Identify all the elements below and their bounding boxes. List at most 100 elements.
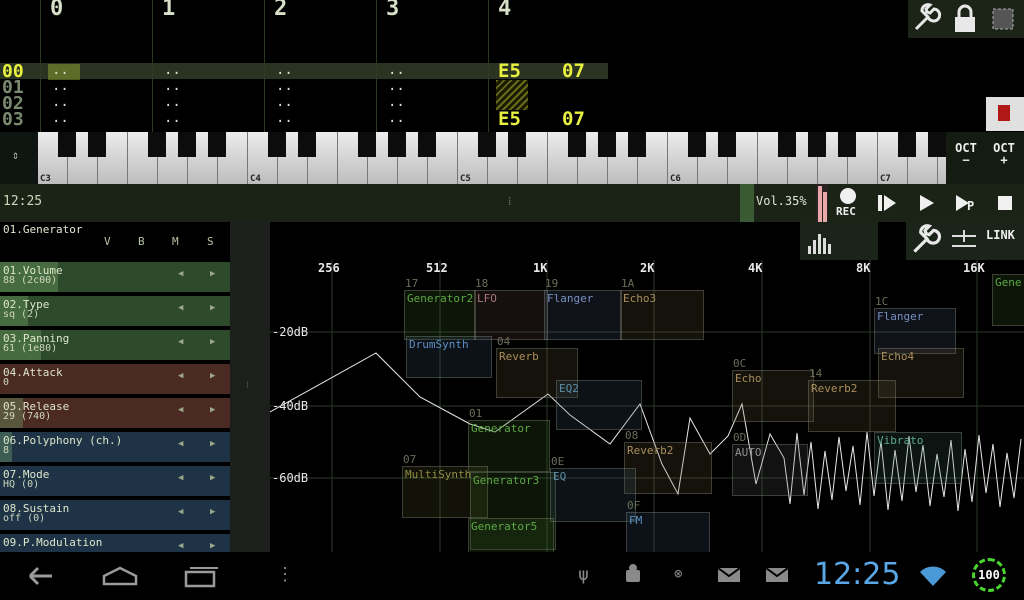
increase-arrow-icon[interactable]: ▶ <box>210 507 215 517</box>
module-box[interactable]: Echo3 1A <box>620 277 704 340</box>
black-key[interactable] <box>208 132 226 157</box>
pattern-cell[interactable]: .. <box>388 78 405 94</box>
module-box[interactable]: LFO 18 <box>474 277 548 340</box>
decrease-arrow-icon[interactable]: ◀ <box>178 337 183 347</box>
black-key[interactable] <box>928 132 946 157</box>
param-row[interactable]: 07.Mode HQ (0) ◀ ▶ <box>0 466 230 498</box>
black-key[interactable] <box>298 132 316 157</box>
pattern-cell[interactable]: .. <box>164 62 181 78</box>
track-header-1[interactable]: 1 <box>162 0 175 21</box>
volume-label[interactable]: Vol.35% <box>756 194 807 208</box>
drag-handle[interactable]: ⁞ <box>508 194 511 209</box>
decrease-arrow-icon[interactable]: ◀ <box>178 405 183 415</box>
position-marker[interactable] <box>740 184 754 222</box>
black-key[interactable] <box>838 132 856 157</box>
play-button[interactable] <box>916 193 936 213</box>
black-key[interactable] <box>418 132 436 157</box>
black-key[interactable] <box>898 132 916 157</box>
home-icon[interactable] <box>100 564 140 592</box>
increase-arrow-icon[interactable]: ▶ <box>210 473 215 483</box>
module-view[interactable]: 256 512 1K 2K 4K 8K 16K -20dB -40dB -60dB Generat… <box>270 222 1024 552</box>
module-box[interactable]: EQ 0E <box>550 455 636 522</box>
pattern-cell[interactable]: .. <box>52 78 69 94</box>
module-box[interactable]: DrumSynth <box>406 336 492 378</box>
pattern-cell[interactable]: .. <box>276 110 293 126</box>
pattern-cell[interactable]: .. <box>276 62 293 78</box>
pattern-editor[interactable]: 0 1 2 3 4 00 01 02 03 .. .. .. .. .. .. … <box>0 0 1024 132</box>
black-key[interactable] <box>688 132 706 157</box>
pattern-cell[interactable]: .. <box>388 110 405 126</box>
module-settings-icon[interactable] <box>908 224 942 258</box>
pattern-cell[interactable]: .. <box>164 110 181 126</box>
pattern-cell[interactable]: .. <box>276 78 293 94</box>
param-row[interactable]: 04.Attack 0 ◀ ▶ <box>0 364 230 396</box>
pattern-cell[interactable]: .. <box>52 110 69 126</box>
module-box[interactable]: Echo 0C <box>732 357 814 422</box>
play-pattern-button[interactable]: P <box>954 193 978 215</box>
wrench-icon[interactable] <box>910 3 942 35</box>
bypass-toggle[interactable]: B <box>138 235 145 248</box>
module-box[interactable]: FM 0F <box>626 499 710 552</box>
increase-arrow-icon[interactable]: ▶ <box>210 337 215 347</box>
back-icon[interactable] <box>22 564 58 592</box>
black-key[interactable] <box>598 132 616 157</box>
black-key[interactable] <box>58 132 76 157</box>
black-key[interactable] <box>808 132 826 157</box>
black-key[interactable] <box>478 132 496 157</box>
param-row[interactable]: 01.Volume 88 (2c00) ◀ ▶ <box>0 262 230 294</box>
increase-arrow-icon[interactable]: ▶ <box>210 303 215 313</box>
black-key[interactable] <box>718 132 736 157</box>
lock-icon[interactable] <box>950 3 980 35</box>
decrease-arrow-icon[interactable]: ◀ <box>178 473 183 483</box>
pattern-cell[interactable]: .. <box>388 94 405 110</box>
black-key[interactable] <box>388 132 406 157</box>
keyboard-scroll-handle[interactable]: ⇕ <box>0 132 38 184</box>
param-row[interactable]: 05.Release 29 (740) ◀ ▶ <box>0 398 230 430</box>
increase-arrow-icon[interactable]: ▶ <box>210 405 215 415</box>
volume-cell[interactable]: 07 <box>562 60 585 82</box>
module-box[interactable]: Gene <box>992 274 1024 326</box>
decrease-arrow-icon[interactable]: ◀ <box>178 507 183 517</box>
pattern-cell[interactable]: .. <box>276 94 293 110</box>
param-row[interactable]: 08.Sustain off (0) ◀ ▶ <box>0 500 230 532</box>
black-key[interactable] <box>148 132 166 157</box>
solo-toggle[interactable]: S <box>207 235 214 248</box>
recent-apps-icon[interactable] <box>182 564 220 592</box>
pattern-cell[interactable]: .. <box>52 62 69 78</box>
param-row[interactable]: 02.Type sq (2) ◀ ▶ <box>0 296 230 328</box>
module-box[interactable]: Reverb2 08 <box>624 429 712 494</box>
black-key[interactable] <box>268 132 286 157</box>
play-from-start-button[interactable] <box>876 193 898 213</box>
select-icon[interactable] <box>990 6 1016 32</box>
link-button[interactable]: LINK <box>986 228 1015 242</box>
black-key[interactable] <box>778 132 796 157</box>
connect-icon[interactable] <box>948 226 980 256</box>
module-box[interactable]: Vibrato <box>874 432 962 484</box>
decrease-arrow-icon[interactable]: ◀ <box>178 541 183 551</box>
record-button[interactable]: REC <box>834 186 862 220</box>
keys-area[interactable]: C3 C4 C5 C6 C7 <box>38 132 968 184</box>
pattern-cell[interactable]: .. <box>388 62 405 78</box>
black-key[interactable] <box>568 132 586 157</box>
panel-divider[interactable]: ⁞ <box>230 222 270 552</box>
module-box[interactable]: Generator2 17 <box>404 277 476 340</box>
black-key[interactable] <box>88 132 106 157</box>
piano-keyboard[interactable]: ⇕ C3 C4 C5 C6 C7 OCT − OCT + <box>0 132 1024 184</box>
increase-arrow-icon[interactable]: ▶ <box>210 541 215 551</box>
menu-icon[interactable]: ⋮ <box>276 564 294 585</box>
decrease-arrow-icon[interactable]: ◀ <box>178 371 183 381</box>
module-box[interactable]: EQ2 <box>556 380 642 430</box>
record-pattern-button[interactable] <box>986 97 1024 131</box>
mute-toggle[interactable]: M <box>172 235 179 248</box>
track-header-3[interactable]: 3 <box>386 0 399 21</box>
note-cell[interactable]: E5 <box>498 108 521 130</box>
black-key[interactable] <box>628 132 646 157</box>
increase-arrow-icon[interactable]: ▶ <box>210 269 215 279</box>
track-header-4[interactable]: 4 <box>498 0 511 21</box>
octave-up-button[interactable]: OCT + <box>986 142 1022 176</box>
decrease-arrow-icon[interactable]: ◀ <box>178 439 183 449</box>
module-title[interactable]: 01.Generator <box>3 223 82 236</box>
decrease-arrow-icon[interactable]: ◀ <box>178 269 183 279</box>
increase-arrow-icon[interactable]: ▶ <box>210 371 215 381</box>
param-row[interactable]: 06.Polyphony (ch.) 8 ◀ ▶ <box>0 432 230 464</box>
